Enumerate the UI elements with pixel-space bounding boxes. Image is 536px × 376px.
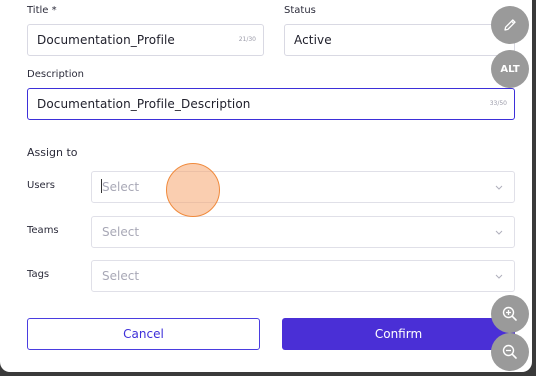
teams-select[interactable]: Select bbox=[91, 216, 515, 248]
description-char-counter: 33/50 bbox=[489, 100, 507, 107]
users-label: Users bbox=[27, 180, 56, 191]
edit-button[interactable] bbox=[491, 6, 529, 44]
description-label: Description bbox=[27, 69, 84, 80]
description-input[interactable]: Documentation_Profile_Description 33/50 bbox=[27, 88, 515, 120]
title-label: Title * bbox=[27, 5, 57, 16]
chevron-down-icon bbox=[495, 230, 503, 235]
teams-label: Teams bbox=[27, 225, 59, 236]
chevron-down-icon bbox=[495, 274, 503, 279]
chevron-down-icon bbox=[495, 185, 503, 190]
tags-select[interactable]: Select bbox=[91, 260, 515, 292]
alt-label: ALT bbox=[500, 63, 520, 75]
confirm-button[interactable]: Confirm bbox=[282, 318, 515, 350]
zoom-out-button[interactable] bbox=[491, 333, 529, 371]
form-panel: Title * Documentation_Profile 21/30 Stat… bbox=[0, 0, 532, 372]
alt-button[interactable]: ALT bbox=[491, 50, 529, 88]
teams-select-placeholder: Select bbox=[102, 225, 140, 239]
tags-select-placeholder: Select bbox=[102, 269, 140, 283]
pencil-icon bbox=[504, 19, 516, 31]
users-select[interactable]: Select bbox=[91, 171, 515, 203]
zoom-out-icon bbox=[502, 344, 517, 359]
users-select-placeholder: Select bbox=[102, 180, 140, 194]
tags-label: Tags bbox=[27, 269, 50, 280]
status-label: Status bbox=[284, 5, 316, 16]
description-input-value: Documentation_Profile_Description bbox=[37, 97, 251, 111]
status-field[interactable]: Active bbox=[284, 24, 515, 56]
title-char-counter: 21/30 bbox=[238, 36, 256, 43]
cancel-button[interactable]: Cancel bbox=[27, 318, 260, 350]
zoom-in-icon bbox=[502, 306, 517, 321]
title-input-value: Documentation_Profile bbox=[37, 33, 175, 47]
title-input[interactable]: Documentation_Profile 21/30 bbox=[27, 24, 264, 56]
assign-to-heading: Assign to bbox=[27, 146, 78, 159]
touch-indicator bbox=[166, 163, 220, 217]
status-value: Active bbox=[294, 33, 332, 47]
zoom-in-button[interactable] bbox=[491, 295, 529, 333]
text-cursor bbox=[101, 179, 102, 193]
